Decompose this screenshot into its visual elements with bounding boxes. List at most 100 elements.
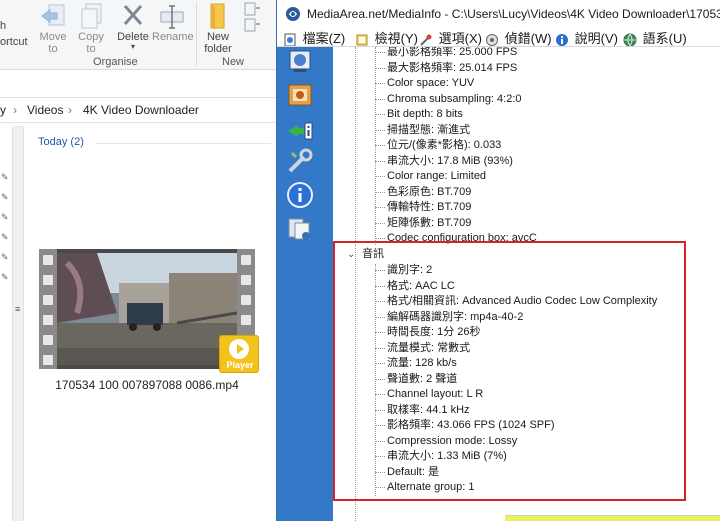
tree-row[interactable]: Color space: YUV: [375, 75, 474, 91]
tree-row[interactable]: 識別字: 2: [375, 262, 432, 278]
status-strip: [505, 515, 720, 521]
rename-button[interactable]: Rename: [152, 0, 194, 43]
tree-row[interactable]: Codec configuration box: avcC: [375, 230, 537, 246]
new-folder-label-2: folder: [204, 43, 232, 55]
navigation-scrollbar[interactable]: ≡: [12, 126, 24, 521]
about-button[interactable]: [286, 181, 314, 209]
delete-button[interactable]: Delete ▾: [114, 0, 152, 51]
navigation-pane[interactable]: ✎ ✎ ✎ ✎ ✎ ✎: [0, 126, 12, 521]
tree-row[interactable]: 傳輸特性: BT.709: [375, 199, 471, 215]
open-file-button[interactable]: [286, 47, 314, 75]
tree-row[interactable]: 色彩原色: BT.709: [375, 184, 471, 200]
copy-to-button[interactable]: Copy to: [75, 0, 107, 55]
menu-language[interactable]: 語系(U): [623, 28, 687, 47]
delete-dropdown-chevron-icon[interactable]: ▾: [114, 43, 152, 51]
menu-help[interactable]: 說明(V): [555, 28, 618, 46]
tree-row[interactable]: Color range: Limited: [375, 168, 486, 184]
tree-row[interactable]: Chroma subsampling: 4:2:0: [375, 91, 522, 107]
film-strip-left: [39, 249, 57, 369]
move-to-label: Move: [39, 31, 67, 43]
tree-section-audio[interactable]: ⌄ 音訊: [347, 246, 384, 262]
menu-debug-label: 偵錯(W): [504, 31, 552, 46]
address-bar[interactable]: y › Videos › 4K Video Downloader: [0, 97, 276, 123]
preferences-button[interactable]: [286, 147, 314, 175]
breadcrumb-videos[interactable]: Videos: [27, 103, 63, 117]
pin-icon[interactable]: ✎: [1, 252, 9, 263]
organise-group-label: Organise: [93, 56, 138, 68]
menu-options[interactable]: 選項(X): [419, 28, 482, 46]
tree-row[interactable]: Bit depth: 8 bits: [375, 106, 463, 122]
export-button[interactable]: [286, 117, 314, 145]
menu-view[interactable]: 檢視(Y): [355, 28, 418, 46]
tree-row[interactable]: 串流大小: 17.8 MiB (93%): [375, 153, 513, 169]
move-to-button[interactable]: Move to: [37, 0, 69, 55]
breadcrumb-separator[interactable]: ›: [68, 103, 72, 117]
tree-row[interactable]: 最小影格頻率: 25.000 FPS: [375, 47, 517, 60]
menu-debug[interactable]: 偵錯(W): [485, 28, 552, 46]
mediainfo-window: MediaArea.net/MediaInfo - C:\Users\Lucy\…: [276, 0, 720, 521]
new-folder-icon: [210, 3, 225, 29]
tree-row[interactable]: Compression mode: Lossy: [375, 433, 517, 449]
info-tree-view[interactable]: ⌄ 音訊 最小影格頻率: 25.000 FPS 最大影格頻率: 25.014 FP…: [333, 47, 720, 521]
menu-bar: 檔案(Z) 檢視(Y) 選項(X) 偵錯(W) 說明(V) 語系(U): [277, 28, 720, 47]
tree-row[interactable]: 串流大小: 1.33 MiB (7%): [375, 448, 507, 464]
breadcrumb-4k-video-downloader[interactable]: 4K Video Downloader: [83, 103, 199, 117]
tree-row[interactable]: Default: 是: [375, 464, 439, 480]
info-icon: [287, 182, 313, 208]
tree-row[interactable]: 聲道數: 2 聲道: [375, 371, 457, 387]
menu-file[interactable]: 檔案(Z): [283, 28, 346, 47]
video-frame-image: [57, 253, 237, 365]
tree-row[interactable]: 掃描型態: 漸進式: [375, 122, 470, 138]
new-folder-button[interactable]: New folder: [201, 0, 235, 55]
title-bar[interactable]: MediaArea.net/MediaInfo - C:\Users\Lucy\…: [277, 0, 720, 28]
menu-help-label: 說明(V): [574, 31, 618, 46]
delete-x-icon: [123, 5, 143, 25]
new-group-label: New: [222, 56, 245, 68]
open-folder-button[interactable]: [286, 81, 314, 109]
pin-icon[interactable]: ✎: [1, 192, 9, 203]
file-explorer-window: h ortcut Move to Copy to Delete ▾ Rename…: [0, 0, 276, 521]
copy-to-label-2: to: [86, 43, 96, 55]
pin-icon[interactable]: ✎: [1, 232, 9, 243]
player-badge-label: Player: [226, 360, 254, 370]
tree-row[interactable]: 編解碼器識別字: mp4a-40-2: [375, 309, 523, 325]
tree-row[interactable]: 格式: AAC LC: [375, 278, 455, 294]
file-name-label[interactable]: 170534 100 007897088 0086.mp4: [39, 378, 255, 392]
export-icon: [288, 122, 313, 140]
new-item-button[interactable]: [238, 0, 266, 43]
tree-row[interactable]: 時間長度: 1分 26秒: [375, 324, 481, 340]
tree-row[interactable]: 取樣率: 44.1 kHz: [375, 402, 470, 418]
help-menu-icon: [556, 33, 568, 46]
tree-row[interactable]: 流量模式: 常數式: [375, 340, 470, 356]
tree-row[interactable]: Alternate group: 1: [375, 479, 474, 495]
tree-row[interactable]: 位元/(像素*影格): 0.033: [375, 137, 501, 153]
new-folder-label: New: [206, 31, 229, 43]
tree-guide-line: [355, 47, 356, 521]
open-file-icon: [289, 50, 311, 72]
tree-row[interactable]: 矩陣係數: BT.709: [375, 215, 471, 231]
tree-row[interactable]: 格式/相關資訊: Advanced Audio Codec Low Comple…: [375, 293, 657, 309]
tree-row[interactable]: 最大影格頻率: 25.014 FPS: [375, 60, 517, 76]
breadcrumb-prefix[interactable]: y: [0, 103, 6, 117]
breadcrumb-separator[interactable]: ›: [13, 103, 17, 117]
pin-icon[interactable]: ✎: [1, 172, 9, 183]
group-header-today[interactable]: Today (2): [38, 136, 84, 148]
new-item-icon: [244, 2, 260, 32]
menu-view-label: 檢視(Y): [374, 31, 418, 46]
pin-icon[interactable]: ✎: [1, 212, 9, 223]
group-header-divider: [96, 143, 271, 144]
preferences-icon: [288, 148, 313, 173]
tree-row[interactable]: 影格頻率: 43.066 FPS (1024 SPF): [375, 417, 555, 433]
scrollbar-grip-icon[interactable]: ≡: [15, 305, 22, 314]
rename-label: Rename: [152, 31, 194, 43]
menu-file-label: 檔案(Z): [302, 31, 346, 46]
open-folder-icon: [288, 84, 312, 106]
tree-row[interactable]: 流量: 128 kb/s: [375, 355, 457, 371]
create-shortcut-label: h: [0, 20, 7, 32]
knowledge-base-button[interactable]: [286, 215, 314, 243]
create-shortcut-button[interactable]: h ortcut: [0, 0, 28, 48]
language-menu-icon: [623, 33, 637, 47]
pin-icon[interactable]: ✎: [1, 272, 9, 283]
tree-row[interactable]: Channel layout: L R: [375, 386, 483, 402]
collapse-chevron-icon[interactable]: ⌄: [347, 247, 359, 263]
